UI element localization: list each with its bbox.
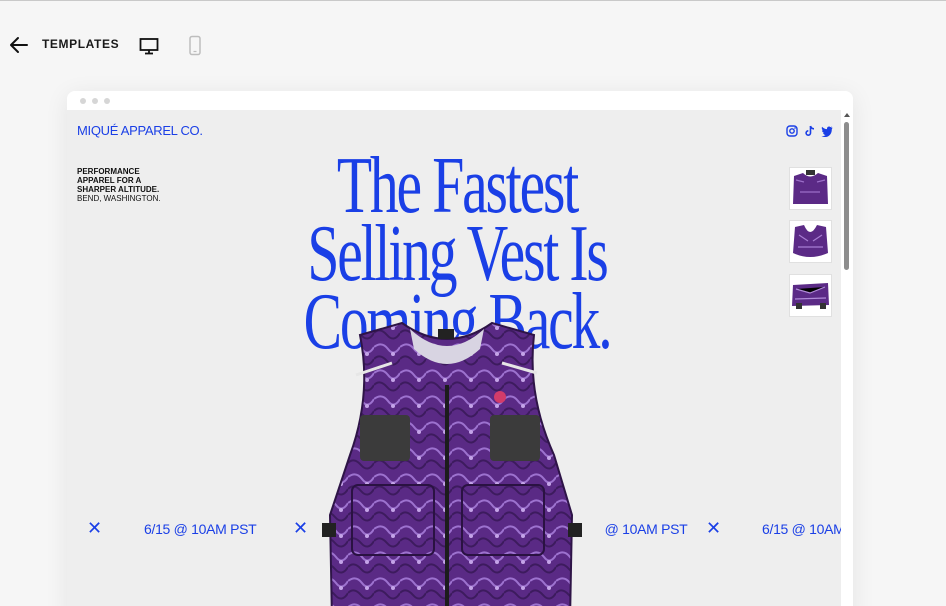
site-brand-logo[interactable]: MIQUÉ APPAREL CO. [77,123,203,138]
scrollbar-thumb[interactable] [844,122,849,270]
release-date-ticker: ✕ 6/15 @ 10AM PST ✕ 6/15 @ 10AM PST ✕ 6/… [67,518,841,542]
product-thumbnail[interactable] [789,274,832,317]
tagline-line: PERFORMANCE [77,167,140,176]
window-titlebar [67,91,853,110]
scroll-up-arrow-icon[interactable] [844,113,850,117]
window-dot [92,98,98,104]
editor-toolbar: TEMPLATES [0,28,300,62]
close-x-icon: ✕ [293,518,309,538]
product-thumbnail[interactable] [789,220,832,263]
preview-window: MIQUÉ APPAREL CO. PERFORMANCE APPAREL FO… [67,91,853,606]
templates-link[interactable]: TEMPLATES [42,37,119,51]
ticker-item: 6/15 @ 10AM [762,521,841,537]
vest-product-image [322,315,582,606]
site-tagline: PERFORMANCE APPAREL FOR A SHARPER ALTITU… [77,167,161,203]
tiktok-icon[interactable] [804,124,816,136]
close-x-icon: ✕ [87,518,103,538]
preview-scrollbar[interactable] [841,110,853,606]
close-x-icon: ✕ [706,518,722,538]
tagline-line: SHARPER ALTITUDE. [77,185,160,194]
twitter-icon[interactable] [821,124,833,138]
ticker-item: 6/15 @ 10AM PST [144,521,257,537]
instagram-icon[interactable] [786,124,798,137]
tagline-line: APPAREL FOR A [77,176,142,185]
mobile-view-icon[interactable] [184,33,206,59]
top-border [0,0,946,1]
ticker-item: 6/15 @ 10AM PST [575,521,688,537]
tagline-location: BEND, WASHINGTON. [77,194,161,203]
back-arrow-icon[interactable] [8,34,32,56]
desktop-view-icon[interactable] [137,34,161,58]
window-dot [104,98,110,104]
window-dot [80,98,86,104]
product-thumbnail[interactable] [789,167,832,210]
site-preview: MIQUÉ APPAREL CO. PERFORMANCE APPAREL FO… [67,110,841,606]
